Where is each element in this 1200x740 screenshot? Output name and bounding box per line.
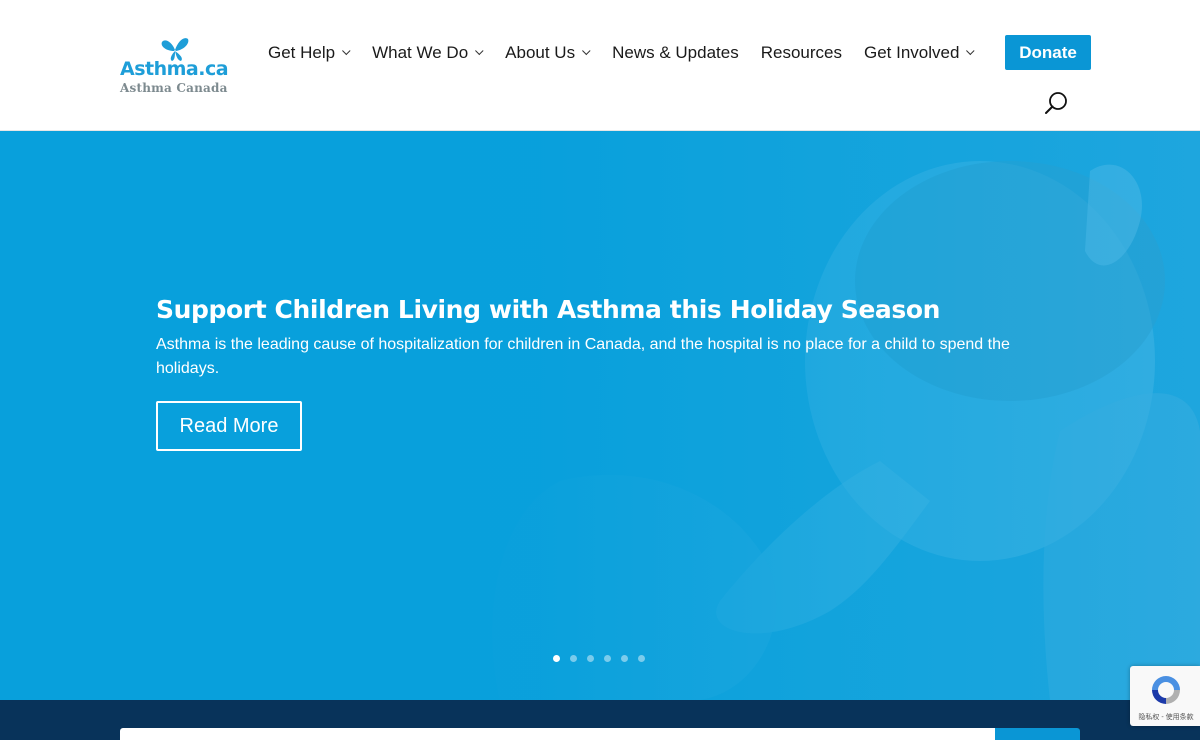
slide-dot-6[interactable] [638, 655, 645, 662]
nav-about-us[interactable]: About Us [505, 43, 591, 63]
subscribe-band [0, 700, 1200, 740]
asthma-canada-logo[interactable]: Asthma.ca Asthma Canada [120, 36, 236, 98]
slider-pagination [553, 655, 655, 662]
slide-dot-1[interactable] [553, 655, 560, 662]
hero-description: Asthma is the leading cause of hospitali… [156, 336, 1010, 377]
main-nav: Get Help What We Do About Us News & Upda… [268, 42, 996, 64]
slide-dot-2[interactable] [570, 655, 577, 662]
nav-news-updates[interactable]: News & Updates [612, 43, 739, 63]
nav-label: Get Involved [863, 43, 960, 62]
slide-dot-5[interactable] [621, 655, 628, 662]
nav-get-help[interactable]: Get Help [268, 43, 351, 63]
nav-label: Get Help [268, 43, 336, 62]
recaptcha-links[interactable]: 隐私权 - 使用条款 [1133, 712, 1199, 722]
search-icon[interactable] [1043, 90, 1071, 118]
subscribe-button[interactable] [995, 728, 1080, 740]
read-more-button[interactable]: Read More [156, 401, 302, 451]
slide-dot-3[interactable] [587, 655, 594, 662]
nav-resources[interactable]: Resources [761, 43, 842, 63]
chevron-down-icon [582, 46, 591, 56]
chevron-down-icon [475, 46, 484, 56]
email-field[interactable] [120, 728, 996, 740]
recaptcha-badge[interactable]: 隐私权 - 使用条款 [1130, 666, 1200, 726]
logo-wordmark: Asthma.ca [120, 58, 229, 80]
nav-label: About Us [505, 43, 576, 62]
logo-subtitle: Asthma Canada [120, 81, 228, 95]
donate-button[interactable]: Donate [1005, 35, 1091, 70]
recaptcha-icon [1152, 676, 1180, 704]
chevron-down-icon [342, 46, 351, 56]
hero-slider: Support Children Living with Asthma this… [0, 131, 1200, 700]
site-header: Asthma.ca Asthma Canada Get Help What We… [0, 0, 1200, 131]
chevron-down-icon [966, 46, 975, 56]
nav-get-involved[interactable]: Get Involved [863, 43, 975, 63]
hero-title: Support Children Living with Asthma this… [156, 295, 941, 324]
nav-what-we-do[interactable]: What We Do [372, 43, 484, 63]
nav-label: What We Do [372, 43, 469, 62]
slide-dot-4[interactable] [604, 655, 611, 662]
nav-label: News & Updates [612, 43, 739, 62]
nav-label: Resources [760, 43, 842, 62]
